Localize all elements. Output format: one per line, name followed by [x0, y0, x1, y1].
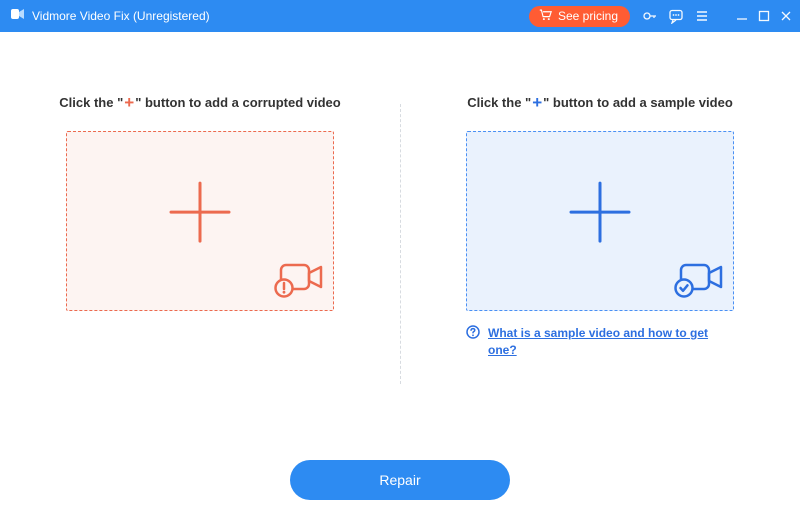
- corrupted-video-icon: [273, 259, 325, 304]
- cart-icon: [539, 9, 552, 24]
- minimize-icon[interactable]: [736, 10, 748, 22]
- main-area: Click the " + " button to add a corrupte…: [0, 32, 800, 520]
- footer: Repair: [0, 460, 800, 500]
- add-icon: [163, 175, 237, 254]
- feedback-icon[interactable]: [668, 8, 684, 24]
- sample-video-icon: [673, 259, 725, 304]
- see-pricing-label: See pricing: [558, 9, 618, 23]
- menu-icon[interactable]: [694, 8, 710, 24]
- maximize-icon[interactable]: [758, 10, 770, 22]
- plus-icon: +: [124, 94, 134, 111]
- app-brand: Vidmore Video Fix (Unregistered): [10, 6, 210, 27]
- sample-video-panel: Click the " + " button to add a sample v…: [400, 94, 800, 392]
- key-icon[interactable]: [642, 8, 658, 24]
- add-icon: [563, 175, 637, 254]
- corrupted-video-header: Click the " + " button to add a corrupte…: [59, 94, 340, 111]
- app-logo-icon: [10, 6, 26, 27]
- app-title: Vidmore Video Fix (Unregistered): [32, 9, 210, 23]
- add-sample-video-dropzone[interactable]: [466, 131, 734, 311]
- add-corrupted-video-dropzone[interactable]: [66, 131, 334, 311]
- plus-icon: +: [532, 94, 542, 111]
- see-pricing-button[interactable]: See pricing: [529, 6, 630, 27]
- close-icon[interactable]: [780, 10, 792, 22]
- sample-video-help-link[interactable]: What is a sample video and how to get on…: [488, 325, 734, 359]
- panel-divider: [400, 104, 401, 384]
- corrupted-video-panel: Click the " + " button to add a corrupte…: [0, 94, 400, 392]
- help-icon: [466, 325, 480, 344]
- sample-video-header: Click the " + " button to add a sample v…: [467, 94, 733, 111]
- repair-button[interactable]: Repair: [290, 460, 510, 500]
- title-bar: Vidmore Video Fix (Unregistered) See pri…: [0, 0, 800, 32]
- sample-video-help: What is a sample video and how to get on…: [466, 325, 734, 359]
